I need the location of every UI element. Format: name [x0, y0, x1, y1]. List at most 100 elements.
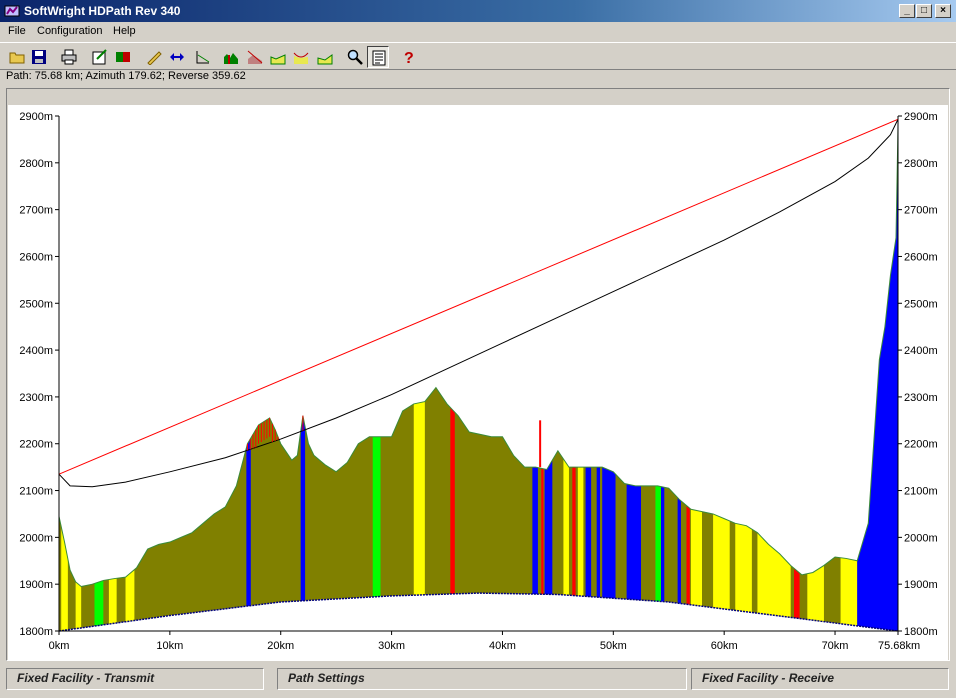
fresnel-curve [58, 119, 899, 488]
x-tick-label: 0km [49, 640, 70, 652]
terrain-icon [224, 53, 238, 64]
transmit-panel[interactable]: Fixed Facility - Transmit [6, 668, 264, 690]
maximize-button[interactable]: □ [916, 4, 932, 18]
y-tick-label-right: 2000m [904, 532, 938, 544]
profile-icon [196, 51, 210, 64]
transmit-panel-label: Fixed Facility - Transmit [17, 671, 155, 685]
y-tick-label-right: 2900m [904, 111, 938, 123]
close-button[interactable]: × [935, 4, 951, 18]
clutter-band [757, 125, 791, 631]
help-button[interactable]: ? [398, 46, 420, 68]
path-settings-label: Path Settings [288, 671, 365, 685]
clutter-band [735, 125, 752, 631]
clutter-band [686, 125, 690, 631]
clutter-band [300, 125, 306, 631]
x-tick-label: 60km [711, 640, 738, 652]
clutter-band [246, 125, 251, 631]
y-tick-label-right: 2200m [904, 439, 938, 451]
path-status: Path: 75.68 km; Azimuth 179.62; Reverse … [6, 70, 246, 82]
terrain-button[interactable] [220, 46, 242, 68]
y-tick-label-left: 2900m [19, 111, 53, 123]
export-button[interactable] [112, 46, 134, 68]
report-button[interactable] [367, 46, 389, 68]
y-tick-label-right: 2500m [904, 298, 938, 310]
menu-bar: File Configuration Help [0, 22, 956, 41]
clutter-icon [270, 54, 286, 65]
x-tick-label: 70km [822, 640, 849, 652]
x-tick-label: 30km [378, 640, 405, 652]
clutter-band [655, 125, 661, 631]
clutter-band [544, 125, 553, 631]
y-tick-label-left: 2600m [19, 251, 53, 263]
x-tick-label: 50km [600, 640, 627, 652]
toolbar: ? [0, 42, 956, 70]
y-tick-label-right: 1900m [904, 579, 938, 591]
area-icon [317, 54, 333, 65]
y-tick-label-left: 2200m [19, 439, 53, 451]
minimize-button[interactable]: _ [899, 4, 915, 18]
clutter-band [94, 125, 104, 631]
clutter-band [626, 125, 642, 631]
clutter-band [807, 125, 824, 631]
clutter-band [108, 125, 117, 631]
pencil-icon [147, 51, 162, 65]
path-profile-chart[interactable]: 1800m 1800m 1900m 1900m 2000m 2000m 2100m 2100m… [8, 105, 948, 660]
clutter-band [532, 125, 538, 631]
menu-configuration[interactable]: Configuration [37, 25, 102, 37]
clutter-band [75, 125, 82, 631]
save-button[interactable] [28, 46, 50, 68]
pencil-button[interactable] [143, 46, 165, 68]
curve-button[interactable] [290, 46, 312, 68]
clutter-band [450, 125, 455, 631]
y-tick-label-left: 2400m [19, 345, 53, 357]
edit-button[interactable] [89, 46, 111, 68]
clutter-band [572, 125, 576, 631]
path-settings-panel[interactable]: Path Settings [277, 668, 687, 690]
y-tick-label-right: 2100m [904, 486, 938, 498]
clutter-band [840, 125, 858, 631]
y-tick-label-left: 1800m [19, 626, 53, 638]
y-tick-label-left: 2100m [19, 486, 53, 498]
x-tick-label: 20km [267, 640, 294, 652]
curve-icon [293, 52, 309, 64]
fresnel-icon [247, 50, 263, 64]
x-tick-label: 10km [156, 640, 183, 652]
y-tick-label-right: 1800m [904, 626, 938, 638]
zoom-button[interactable] [344, 46, 366, 68]
menu-file[interactable]: File [8, 25, 26, 37]
clutter-button[interactable] [267, 46, 289, 68]
area-button[interactable] [314, 46, 336, 68]
line-of-sight [58, 118, 899, 475]
swap-icon [170, 53, 184, 61]
clutter-band [125, 125, 135, 631]
report-icon [372, 50, 386, 66]
print-button[interactable] [58, 46, 80, 68]
clutter-band [596, 125, 601, 631]
open-icon [9, 52, 25, 64]
clutter-band [794, 125, 800, 631]
menu-help[interactable]: Help [113, 25, 136, 37]
fresnel-button[interactable] [244, 46, 266, 68]
y-tick-label-left: 2700m [19, 205, 53, 217]
chart-svg: 1800m 1800m 1900m 1900m 2000m 2000m 2100m 2100m… [19, 111, 938, 652]
y-tick-label-left: 2500m [19, 298, 53, 310]
export-icon [116, 52, 130, 62]
swap-button[interactable] [166, 46, 188, 68]
y-tick-label-right: 2800m [904, 158, 938, 170]
print-icon [61, 49, 77, 65]
app-icon [4, 5, 20, 17]
y-tick-label-left: 1900m [19, 579, 53, 591]
clutter-band [563, 125, 569, 631]
receive-panel[interactable]: Fixed Facility - Receive [691, 668, 949, 690]
clutter-band [660, 125, 665, 631]
x-tick-label: 40km [489, 640, 516, 652]
profile-button[interactable] [192, 46, 214, 68]
clutter-band [602, 125, 616, 631]
edit-icon [92, 49, 107, 65]
zoom-icon [347, 49, 363, 65]
title-bar: SoftWright HDPath Rev 340 _ □ × [0, 0, 956, 22]
window-title: SoftWright HDPath Rev 340 [24, 4, 181, 18]
y-tick-label-right: 2700m [904, 205, 938, 217]
y-tick-label-left: 2000m [19, 532, 53, 544]
open-button[interactable] [6, 46, 28, 68]
